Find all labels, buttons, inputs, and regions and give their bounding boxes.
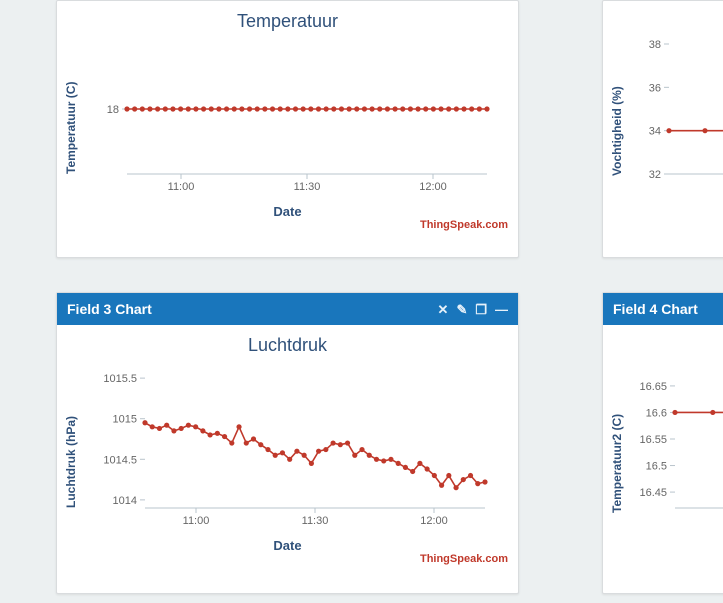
svg-text:18: 18 [107,104,119,116]
chart-svg: 1014 1014.5 1015 1015.5 11:00 11:30 12:00 [67,358,507,538]
svg-text:16.55: 16.55 [639,434,667,446]
close-icon[interactable]: ✕ [438,303,449,316]
svg-text:16.65: 16.65 [639,381,667,393]
y-axis-label: Luchtdruk (hPa) [64,416,78,508]
data-icon[interactable]: ❐ [475,303,487,316]
panel-toolbar: ✕ ✎ ❐ — [438,303,508,316]
chart-credit[interactable]: ThingSpeak.com [67,553,508,565]
chart-credit[interactable]: ThingSpeak.com [67,219,508,231]
svg-text:12:00: 12:00 [419,181,447,193]
svg-text:11:00: 11:00 [183,515,210,527]
panel-temperature: Temperatuur Temperatuur (C) 18 11:00 11:30… [56,0,519,258]
svg-text:34: 34 [649,126,661,138]
svg-text:1015.5: 1015.5 [103,373,137,385]
svg-text:11:30: 11:30 [302,515,329,527]
x-axis-label: Date [67,204,508,219]
svg-text:12:00: 12:00 [420,515,448,527]
edit-icon[interactable]: ✎ [456,303,467,316]
chart-svg: 18 11:00 11:30 12:00 [67,34,507,204]
svg-text:11:30: 11:30 [294,181,321,193]
chart-title [613,7,723,34]
svg-text:11:00: 11:00 [168,181,195,193]
panel-humidity: Vochtigheid (%) 32 34 36 38 [602,0,723,258]
svg-text:16.5: 16.5 [646,461,667,473]
y-axis-label: Temperatuur2 (C) [610,414,624,513]
svg-text:16.45: 16.45 [639,487,667,499]
panel-pressure: Field 3 Chart ✕ ✎ ❐ — Luchtdruk Luchtdru… [56,292,519,594]
svg-text:1014: 1014 [113,495,137,507]
minimize-icon[interactable]: — [495,303,508,316]
panel-header: Field 4 Chart [603,293,723,325]
y-axis-label: Temperatuur (C) [64,82,78,174]
svg-text:1015: 1015 [113,414,137,426]
svg-text:38: 38 [649,39,661,51]
chart-svg: 16.45 16.5 16.55 16.6 16.65 [613,358,723,538]
svg-text:16.6: 16.6 [646,407,667,419]
svg-text:1014.5: 1014.5 [103,454,137,466]
panel-temperature2: Field 4 Chart Temperatuur2 (C) 16.45 16.5… [602,292,723,594]
chart-title [613,331,723,358]
panel-header: Field 3 Chart ✕ ✎ ❐ — [57,293,518,325]
x-axis-label: Date [67,538,508,553]
y-axis-label: Vochtigheid (%) [610,86,624,176]
chart-title: Temperatuur [67,7,508,34]
chart-title: Luchtdruk [67,331,508,358]
svg-text:32: 32 [649,169,661,181]
panel-title: Field 3 Chart [67,301,152,317]
chart-svg: 32 34 36 38 [613,34,723,204]
panel-title: Field 4 Chart [613,301,698,317]
svg-text:36: 36 [649,82,661,94]
